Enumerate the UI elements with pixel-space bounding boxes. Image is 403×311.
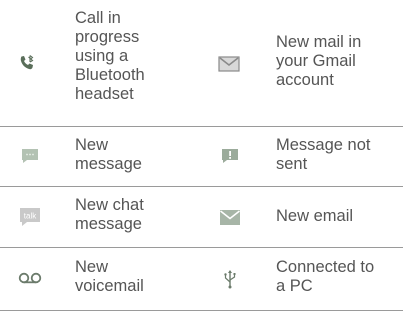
talk-chat-icon: talk xyxy=(19,207,41,227)
table-row: talk New chat message New email xyxy=(0,187,403,248)
table-row: New voicemail Connected to a PC xyxy=(0,248,403,311)
table-row: New message Message not sent xyxy=(0,127,403,187)
gmail-icon xyxy=(217,53,241,75)
svg-text:talk: talk xyxy=(24,212,37,221)
usb-icon xyxy=(221,268,239,290)
row4-left-label: New voicemail xyxy=(75,258,144,295)
row2-left-label: New message xyxy=(75,136,142,173)
message-not-sent-icon xyxy=(219,146,241,166)
message-icon xyxy=(19,146,41,166)
notification-icons-table: Call in progress using a Bluetooth heads… xyxy=(0,0,403,311)
bluetooth-call-icon xyxy=(16,52,38,74)
row1-right-label: New mail in your Gmail account xyxy=(276,33,362,89)
table-row: Call in progress using a Bluetooth heads… xyxy=(0,0,403,127)
row3-right-label: New email xyxy=(276,207,354,225)
row2-right-label: Message not sent xyxy=(276,136,371,173)
row3-left-label: New chat message xyxy=(75,196,144,233)
row1-left-label: Call in progress using a Bluetooth heads… xyxy=(75,9,145,103)
row4-right-label: Connected to a PC xyxy=(276,258,375,295)
email-icon xyxy=(218,207,242,227)
voicemail-icon xyxy=(17,268,43,288)
